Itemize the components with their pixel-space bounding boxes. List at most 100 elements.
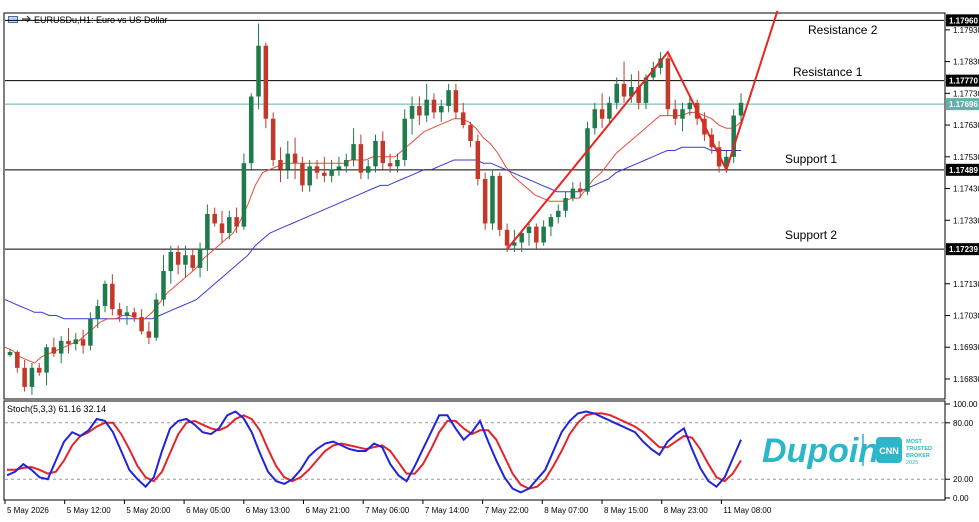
candle: [665, 55, 671, 116]
candle-body: [534, 226, 539, 243]
candle-body: [555, 210, 561, 218]
candle-body: [387, 163, 393, 167]
candle-body: [621, 83, 627, 97]
candle-body: [190, 255, 196, 268]
candle-body: [446, 90, 451, 107]
candle-body: [431, 99, 437, 113]
candle-body: [417, 106, 422, 116]
price-tick-label: 1.17430: [953, 185, 979, 194]
candle-body: [665, 58, 671, 110]
candle-body: [614, 83, 619, 103]
time-label: 8 May 23:00: [664, 506, 709, 515]
candle-body: [504, 229, 510, 246]
candle-body: [66, 340, 71, 345]
candle-body: [227, 217, 232, 233]
level-tag-value: 1.17239: [949, 245, 978, 254]
time-label: 11 May 08:00: [723, 506, 771, 515]
candle-body: [80, 339, 86, 346]
candle-body: [124, 312, 130, 316]
candle-body: [219, 223, 225, 233]
candle-body: [241, 163, 247, 227]
badge-line-4: 2025: [906, 460, 918, 466]
candle-body: [482, 179, 488, 224]
badge-line-2: TRUSTED: [906, 446, 932, 452]
candle-body: [329, 169, 334, 176]
candle-body: [234, 217, 239, 227]
candle-body: [687, 102, 693, 110]
candle-body: [285, 153, 291, 170]
candle-body: [88, 318, 93, 346]
candle-body: [607, 102, 612, 119]
badge-line-1: MOST: [906, 439, 923, 445]
price-tick-label: 1.17530: [953, 153, 979, 162]
time-label: 8 May 07:00: [544, 506, 589, 515]
candle-body: [490, 175, 495, 224]
symbol-icon: [8, 16, 18, 23]
candle-body: [270, 118, 276, 160]
candle: [263, 42, 269, 129]
time-label: 5 May 2026: [7, 506, 49, 515]
candle-body: [358, 144, 364, 173]
level-tag-value: 1.17770: [949, 77, 978, 86]
cnn-badge-text: CNN: [879, 446, 899, 456]
candle-body: [424, 99, 429, 116]
candle-body: [548, 217, 554, 227]
price-tick-label: 1.16930: [953, 343, 979, 352]
candle: [482, 172, 488, 230]
candle-body: [95, 305, 100, 319]
candle-body: [117, 309, 122, 316]
price-tick-label: 1.17030: [953, 311, 979, 320]
candle-body: [58, 340, 64, 354]
candle-body: [102, 283, 108, 306]
candle-body: [15, 351, 20, 368]
level-label: Resistance 2: [808, 23, 878, 37]
candle-body: [541, 226, 546, 243]
candle-body: [73, 339, 79, 345]
candle-body: [197, 248, 203, 268]
candle-body: [7, 351, 13, 356]
candle-body: [44, 347, 49, 373]
candle-body: [738, 102, 744, 116]
time-label: 7 May 06:00: [365, 506, 410, 515]
candle-body: [336, 166, 342, 170]
candle-body: [29, 367, 35, 387]
candle-body: [205, 213, 210, 249]
candle-body: [460, 112, 466, 126]
level-label: Support 2: [785, 228, 837, 242]
price-tick-label: 1.17630: [953, 121, 979, 130]
candle-body: [161, 271, 166, 300]
candle-body: [51, 347, 57, 354]
candle-body: [212, 213, 217, 224]
price-tick-label: 1.17330: [953, 216, 979, 225]
candle-body: [278, 159, 283, 170]
candle-body: [300, 163, 305, 186]
badge-line-3: BROKER: [906, 453, 930, 459]
candle-body: [672, 109, 678, 119]
candle-body: [175, 252, 181, 265]
level-tag-value: 1.17489: [949, 166, 978, 175]
stoch-tick-label: 100.00: [953, 400, 978, 409]
candle-body: [373, 140, 378, 167]
brand-name: Dupoin: [762, 432, 879, 470]
level-label: Support 1: [785, 152, 837, 166]
candle-body: [256, 45, 261, 97]
level-label: Resistance 1: [793, 65, 863, 79]
candle-body: [168, 252, 174, 272]
time-label: 6 May 13:00: [246, 506, 291, 515]
price-tick-label: 1.17730: [953, 89, 979, 98]
candle-body: [263, 45, 269, 119]
candle-body: [22, 367, 27, 387]
candle-body: [409, 106, 415, 119]
candle-body: [585, 128, 590, 192]
candle: [490, 169, 495, 230]
candle-body: [599, 109, 605, 119]
candle-body: [526, 226, 532, 233]
candle: [241, 153, 247, 230]
stoch-tick-label: 0.00: [953, 494, 969, 503]
level-tag-value: 1.17960: [949, 16, 978, 25]
time-label: 8 May 15:00: [604, 506, 649, 515]
candle-body: [497, 175, 503, 230]
candle-body: [314, 166, 320, 173]
candle-body: [570, 188, 576, 199]
candle-body: [248, 96, 254, 164]
